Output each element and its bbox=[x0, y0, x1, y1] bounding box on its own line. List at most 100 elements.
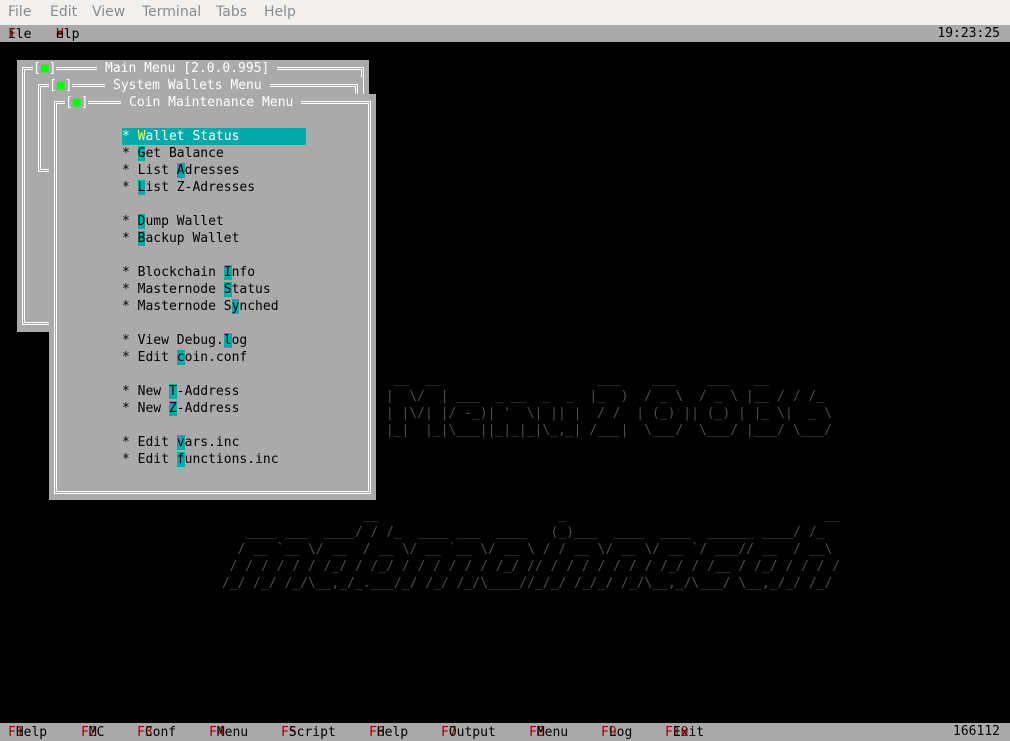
dialog-top-menubar: File Help 19:23:25 bbox=[0, 25, 1010, 42]
app-menu-view[interactable]: View bbox=[92, 4, 125, 20]
coin-maintenance-title: Coin Maintenance Menu bbox=[121, 94, 302, 111]
fkey-f4-menu[interactable]: F4 Menu bbox=[209, 724, 248, 740]
label: ars.inc bbox=[184, 435, 240, 450]
hotkey: c bbox=[176, 350, 185, 365]
menu-item-wallet-status[interactable]: * Wallet Status bbox=[122, 128, 306, 145]
coin-maintenance-menu: * Wallet Status * Get Balance * List Adr… bbox=[122, 128, 306, 468]
bullet: * bbox=[122, 350, 138, 365]
hotkey: T bbox=[168, 384, 177, 399]
label: Edit bbox=[137, 435, 177, 450]
fkey-label: Help bbox=[15, 725, 48, 740]
terminal-area: File Help 19:23:25 __ __ ___ ___ ___ __ … bbox=[0, 25, 1010, 741]
bullet: * bbox=[122, 129, 138, 144]
fkey-f8-menu[interactable]: F8 Menu bbox=[529, 724, 568, 740]
label: Masternode S bbox=[137, 299, 232, 314]
hotkey: A bbox=[176, 163, 185, 178]
label: ist Z-Adresses bbox=[145, 180, 256, 195]
fkey-f1-help[interactable]: F1 Help bbox=[8, 724, 47, 740]
fkey-label: Menu bbox=[216, 725, 249, 740]
label: New bbox=[137, 384, 169, 399]
label: ile bbox=[8, 27, 32, 42]
hotkey: v bbox=[176, 435, 185, 450]
app-menu-file[interactable]: File bbox=[8, 4, 31, 20]
label: ump Wallet bbox=[145, 214, 224, 229]
fkey-f7-output[interactable]: F7 Output bbox=[441, 724, 496, 740]
ascii-banner-version: __ __ ___ ___ ___ __ | \/ | ___ _ __ _ _… bbox=[385, 372, 832, 438]
fkey-f6-help[interactable]: F6 Help bbox=[369, 724, 408, 740]
bullet: * bbox=[122, 401, 138, 416]
label: unctions.inc bbox=[184, 452, 279, 467]
fkey-f2-mc[interactable]: F2 MC bbox=[81, 724, 104, 740]
hotkey: l bbox=[223, 333, 232, 348]
label: Blockchain bbox=[137, 265, 224, 280]
label: ackup Wallet bbox=[145, 231, 240, 246]
fkey-label: Script bbox=[288, 725, 336, 740]
menu-item-new-z-address[interactable]: * New Z-Address bbox=[122, 400, 306, 417]
label: Edit bbox=[137, 350, 177, 365]
menu-item-masternode-synched[interactable]: * Masternode Synched bbox=[122, 298, 306, 315]
app-menu-tabs[interactable]: Tabs bbox=[216, 4, 247, 20]
fkey-f10-exit[interactable]: F10 Exit bbox=[665, 724, 704, 740]
fkey-f3-conf[interactable]: F3 Conf bbox=[137, 724, 176, 740]
bullet: * bbox=[122, 435, 138, 450]
bullet: * bbox=[122, 282, 138, 297]
close-icon: ■ bbox=[40, 61, 49, 76]
fkey-f5-script[interactable]: F5 Script bbox=[281, 724, 336, 740]
menu-item-view-debug-log[interactable]: * View Debug.log bbox=[122, 332, 306, 349]
label: Masternode bbox=[137, 282, 224, 297]
app-menu-edit[interactable]: Edit bbox=[50, 4, 77, 20]
fkey-label: Output bbox=[448, 725, 496, 740]
terminal-app-menubar: File Edit View Terminal Tabs Help bbox=[0, 0, 1010, 26]
bullet: * bbox=[122, 265, 138, 280]
bullet: * bbox=[122, 452, 138, 467]
fkey-f9-log[interactable]: F9 Log bbox=[601, 724, 632, 740]
label: nched bbox=[239, 299, 279, 314]
fkey-label: Log bbox=[608, 725, 633, 740]
menu-item-get-balance[interactable]: * Get Balance bbox=[122, 145, 306, 162]
main-menu-close-button[interactable]: [■] bbox=[33, 60, 57, 77]
hotkey: Z bbox=[168, 401, 177, 416]
label: dresses bbox=[184, 163, 240, 178]
fkey-label: Help bbox=[376, 725, 409, 740]
menu-item-new-t-address[interactable]: * New T-Address bbox=[122, 383, 306, 400]
menu-item-edit-coin-conf[interactable]: * Edit coin.conf bbox=[122, 349, 306, 366]
label: -Address bbox=[176, 384, 240, 399]
menu-item-blockchain-info[interactable]: * Blockchain Info bbox=[122, 264, 306, 281]
fkey-label: Conf bbox=[144, 725, 177, 740]
label: Edit bbox=[137, 452, 177, 467]
menu-item-edit-functions-inc[interactable]: * Edit functions.inc bbox=[122, 451, 306, 468]
bullet: * bbox=[122, 214, 138, 229]
clock: 19:23:25 bbox=[937, 26, 1000, 41]
function-key-bar: F1 Help F2 MC F3 Conf F4 Menu F5 Script … bbox=[0, 723, 1010, 741]
bullet: * bbox=[122, 231, 138, 246]
menu-item-dump-wallet[interactable]: * Dump Wallet bbox=[122, 213, 306, 230]
bullet: * bbox=[122, 146, 138, 161]
label: et Balance bbox=[145, 146, 224, 161]
menu-item-edit-vars-inc[interactable]: * Edit vars.inc bbox=[122, 434, 306, 451]
fkey-label: Menu bbox=[536, 725, 569, 740]
menu-item-masternode-status[interactable]: * Masternode Status bbox=[122, 281, 306, 298]
menu-item-list-z-adresses[interactable]: * List Z-Adresses bbox=[122, 179, 306, 196]
menu-item-backup-wallet[interactable]: * Backup Wallet bbox=[122, 230, 306, 247]
fkey-label: MC bbox=[88, 725, 105, 740]
main-menu-title: Main Menu [2.0.0.995] bbox=[97, 60, 278, 77]
close-icon: ■ bbox=[72, 95, 81, 110]
fkey-label: Exit bbox=[672, 725, 705, 740]
hotkey: I bbox=[223, 265, 232, 280]
menu-item-list-adresses[interactable]: * List Adresses bbox=[122, 162, 306, 179]
system-wallets-close-button[interactable]: [■] bbox=[49, 77, 73, 94]
bullet: * bbox=[122, 180, 138, 195]
label: nfo bbox=[231, 265, 256, 280]
label: allet Status bbox=[145, 129, 240, 144]
bullet: * bbox=[122, 384, 138, 399]
coin-maintenance-close-button[interactable]: [■] bbox=[65, 94, 89, 111]
hotkey: f bbox=[176, 452, 185, 467]
label: View Debug. bbox=[137, 333, 224, 348]
bullet: * bbox=[122, 163, 138, 178]
app-menu-terminal[interactable]: Terminal bbox=[142, 4, 201, 20]
close-icon: ■ bbox=[56, 78, 65, 93]
ascii-banner-title: __ _ __ ____ ___ ____/ / /_ ____ ___ ___… bbox=[221, 508, 841, 591]
status-counter: 166112 bbox=[953, 724, 1000, 739]
app-menu-help[interactable]: Help bbox=[264, 4, 296, 20]
label: List bbox=[137, 163, 177, 178]
